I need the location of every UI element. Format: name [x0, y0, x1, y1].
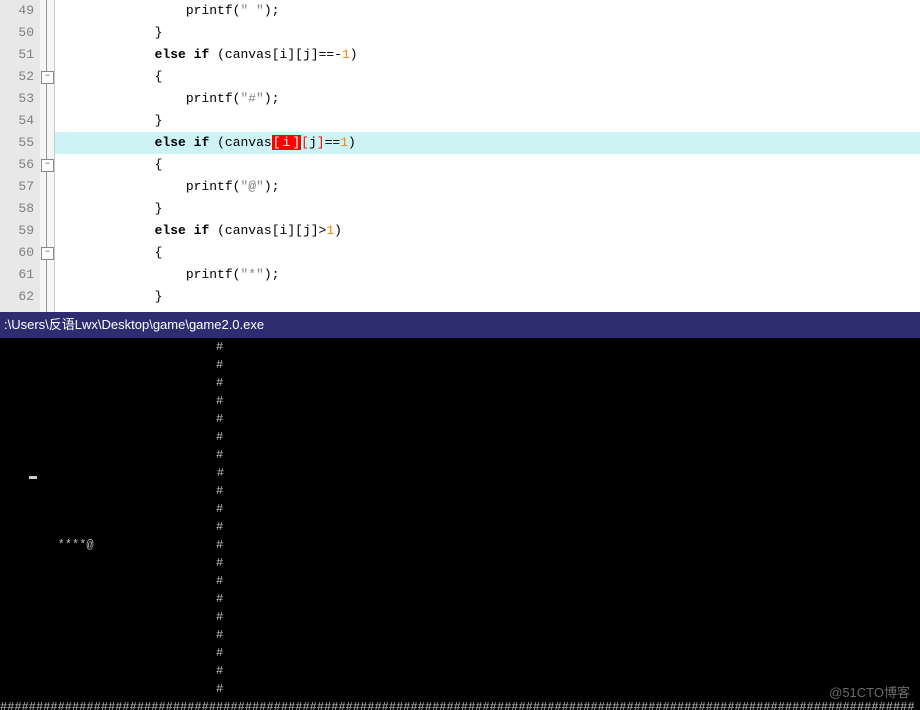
line-number: 54	[0, 110, 34, 132]
fold-toggle[interactable]: −	[41, 159, 54, 172]
code-line[interactable]: {	[55, 242, 920, 264]
console-text: # # # # # # #	[0, 338, 920, 710]
line-number: 60	[0, 242, 34, 264]
line-number-gutter: 4950515253545556575859606162	[0, 0, 40, 312]
watermark: @51CTO博客	[829, 684, 910, 702]
fold-column[interactable]: − − −	[40, 0, 55, 312]
code-line[interactable]: else if (canvas[i][j]==-1)	[55, 44, 920, 66]
code-line[interactable]: }	[55, 198, 920, 220]
line-number: 51	[0, 44, 34, 66]
code-line[interactable]: {	[55, 66, 920, 88]
line-number: 58	[0, 198, 34, 220]
line-number: 52	[0, 66, 34, 88]
line-number: 49	[0, 0, 34, 22]
code-line[interactable]: {	[55, 154, 920, 176]
code-line[interactable]: printf("#");	[55, 88, 920, 110]
line-number: 59	[0, 220, 34, 242]
line-number: 55	[0, 132, 34, 154]
code-editor[interactable]: 4950515253545556575859606162 − − − printf(…	[0, 0, 920, 312]
fold-toggle[interactable]: −	[41, 71, 54, 84]
code-line[interactable]: }	[55, 110, 920, 132]
console-output: # # # # # # #	[0, 338, 920, 710]
fold-toggle[interactable]: −	[41, 247, 54, 260]
code-line[interactable]: else if (canvas[i][j]>1)	[55, 220, 920, 242]
code-line[interactable]: printf("@");	[55, 176, 920, 198]
line-number: 57	[0, 176, 34, 198]
code-line[interactable]: }	[55, 286, 920, 308]
line-number: 50	[0, 22, 34, 44]
console-title-bar: :\Users\反语Lwx\Desktop\game\game2.0.exe	[0, 312, 920, 338]
code-line[interactable]: else if (canvas[i][j]==1)	[55, 132, 920, 154]
code-line[interactable]: printf(" ");	[55, 0, 920, 22]
line-number: 62	[0, 286, 34, 308]
line-number: 56	[0, 154, 34, 176]
code-line[interactable]: printf("*");	[55, 264, 920, 286]
line-number: 61	[0, 264, 34, 286]
code-line[interactable]: }	[55, 22, 920, 44]
code-area[interactable]: printf(" "); } else if (canvas[i][j]==-1…	[55, 0, 920, 312]
line-number: 53	[0, 88, 34, 110]
console-cursor	[29, 476, 37, 479]
